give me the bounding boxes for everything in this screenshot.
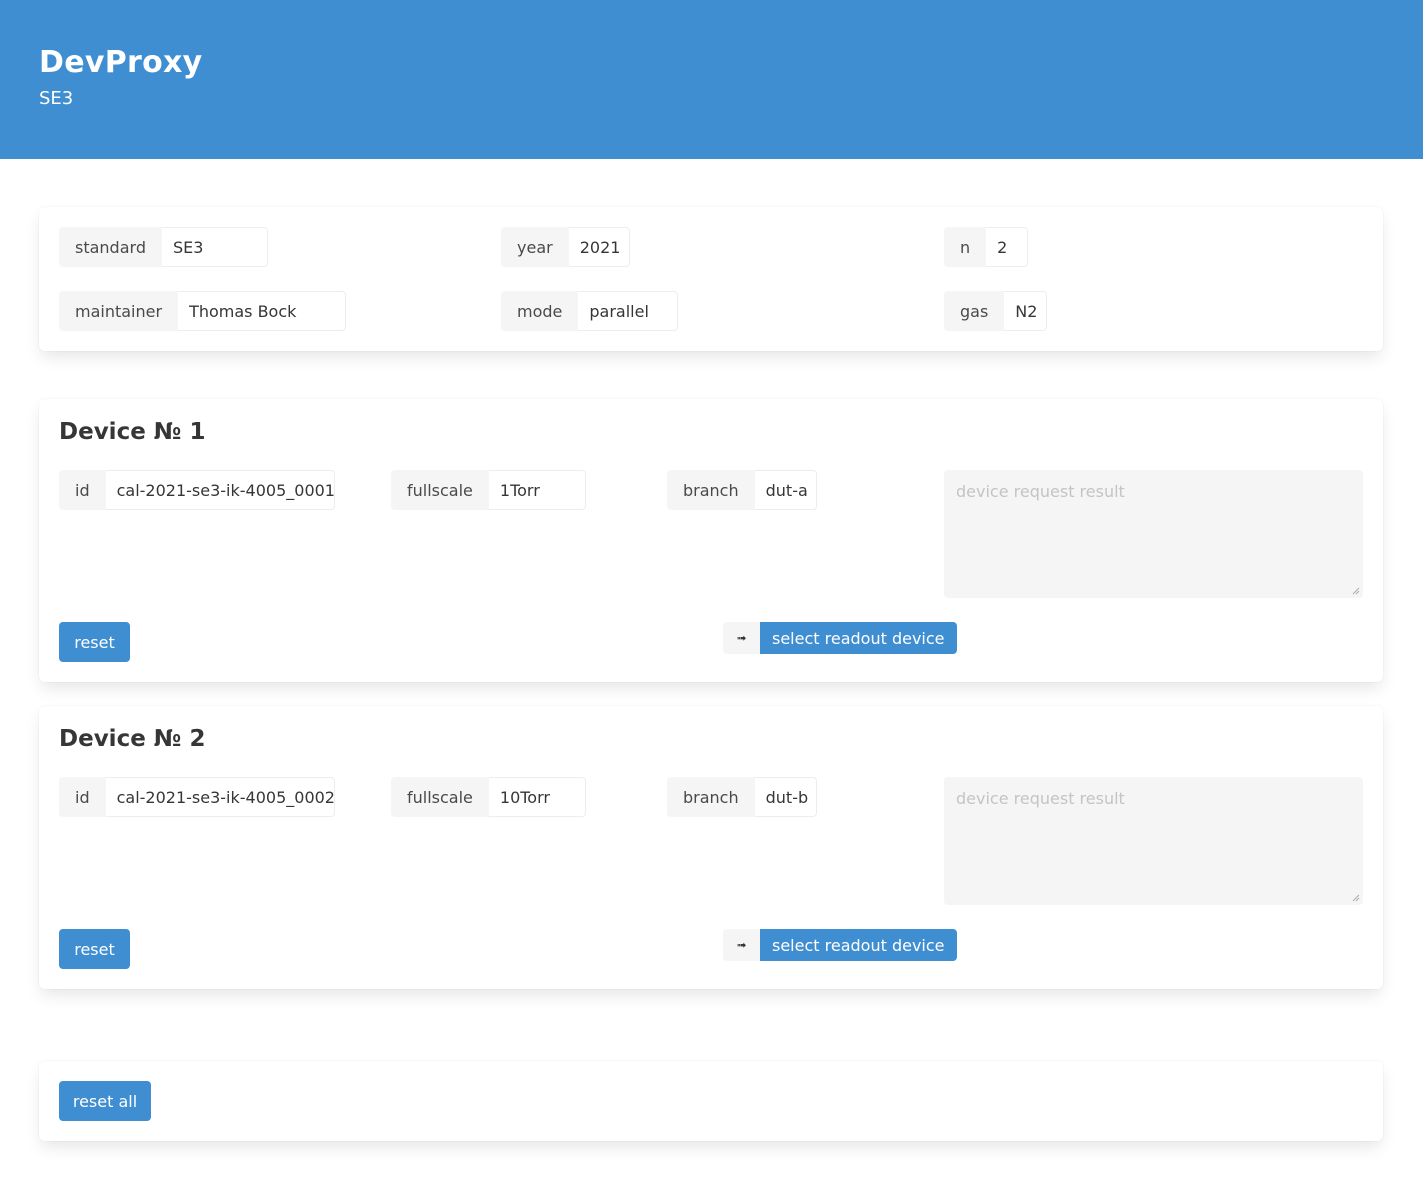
device-card: Device № 1 id cal-2021-se3-ik-4005_0001 … <box>39 399 1383 682</box>
branch-value: dut-a <box>754 470 817 510</box>
branch-field: branch dut-a <box>667 470 817 510</box>
device-request-result[interactable]: device request result <box>944 470 1363 598</box>
n-value: 2 <box>986 227 1029 267</box>
header-hero: DevProxy SE3 <box>0 0 1423 159</box>
fullscale-value: 10Torr <box>488 777 586 817</box>
reset-button[interactable]: reset <box>59 622 130 662</box>
mode-value: parallel <box>578 291 679 331</box>
gas-value: N2 <box>1004 291 1048 331</box>
footer-box: reset all <box>39 1061 1383 1141</box>
device-id-value: cal-2021-se3-ik-4005_0001 <box>105 470 335 510</box>
year-field: year 2021 <box>501 227 630 267</box>
mode-label: mode <box>501 291 579 331</box>
n-field: n 2 <box>944 227 1029 267</box>
select-readout-device-button[interactable]: select readout device <box>760 929 957 961</box>
app-subtitle: SE3 <box>39 88 74 109</box>
branch-label: branch <box>667 777 755 817</box>
fullscale-label: fullscale <box>391 470 489 510</box>
reset-all-button[interactable]: reset all <box>59 1081 151 1121</box>
arrow-icon: ➟ <box>723 929 760 961</box>
branch-value: dut-b <box>754 777 817 817</box>
maintainer-field: maintainer Thomas Bock <box>59 291 347 331</box>
resize-grip-icon[interactable] <box>1352 894 1360 902</box>
standard-field: standard SE3 <box>59 227 268 267</box>
year-label: year <box>501 227 569 267</box>
n-label: n <box>944 227 987 267</box>
standard-label: standard <box>59 227 162 267</box>
select-readout-device-button[interactable]: select readout device <box>760 622 957 654</box>
readout-device-select[interactable]: ➟ select readout device <box>723 929 957 961</box>
arrow-icon: ➟ <box>723 622 760 654</box>
year-value: 2021 <box>568 227 630 267</box>
device-id-field: id cal-2021-se3-ik-4005_0001 <box>59 470 335 510</box>
device-title: Device № 2 <box>59 726 206 752</box>
fullscale-field: fullscale 1Torr <box>391 470 586 510</box>
device-card: Device № 2 id cal-2021-se3-ik-4005_0002 … <box>39 706 1383 989</box>
device-title: Device № 1 <box>59 419 206 445</box>
gas-field: gas N2 <box>944 291 1048 331</box>
result-placeholder: device request result <box>956 482 1125 501</box>
info-box: standard SE3 year 2021 n 2 maintainer Th… <box>39 207 1383 351</box>
device-request-result[interactable]: device request result <box>944 777 1363 905</box>
fullscale-value: 1Torr <box>488 470 586 510</box>
device-id-value: cal-2021-se3-ik-4005_0002 <box>105 777 335 817</box>
gas-label: gas <box>944 291 1005 331</box>
result-placeholder: device request result <box>956 789 1125 808</box>
maintainer-label: maintainer <box>59 291 179 331</box>
reset-button[interactable]: reset <box>59 929 130 969</box>
device-id-field: id cal-2021-se3-ik-4005_0002 <box>59 777 335 817</box>
fullscale-field: fullscale 10Torr <box>391 777 586 817</box>
device-id-label: id <box>59 777 106 817</box>
device-id-label: id <box>59 470 106 510</box>
standard-value: SE3 <box>161 227 268 267</box>
branch-field: branch dut-b <box>667 777 817 817</box>
branch-label: branch <box>667 470 755 510</box>
maintainer-value: Thomas Bock <box>178 291 347 331</box>
mode-field: mode parallel <box>501 291 679 331</box>
readout-device-select[interactable]: ➟ select readout device <box>723 622 957 654</box>
fullscale-label: fullscale <box>391 777 489 817</box>
app-title: DevProxy <box>39 45 203 80</box>
resize-grip-icon[interactable] <box>1352 587 1360 595</box>
